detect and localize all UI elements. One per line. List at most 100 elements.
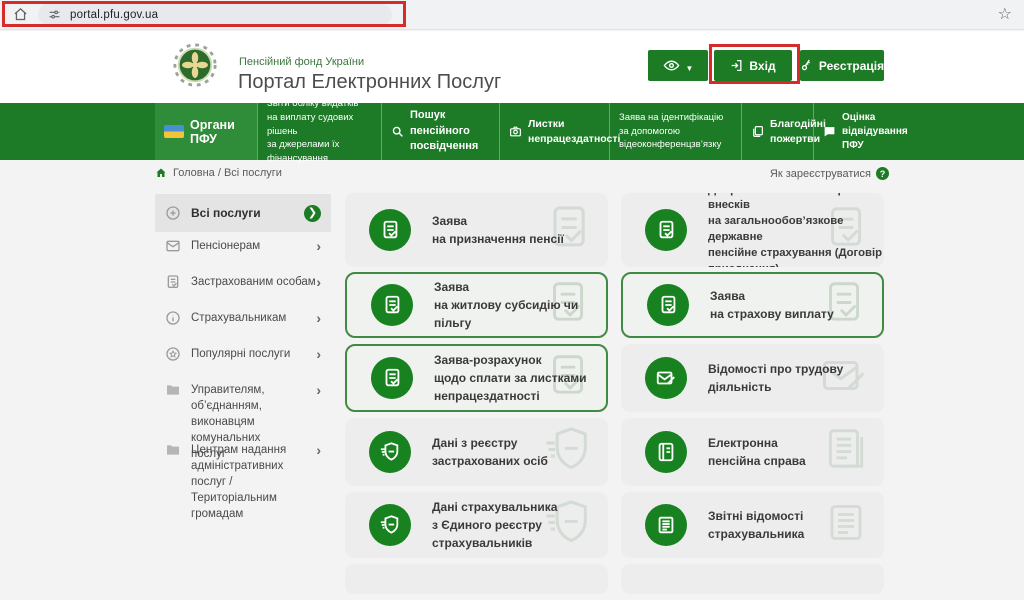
nav-item-zayava-identyfikatsiya[interactable]: Заява на ідентифікацію за допомогою віде…	[609, 103, 741, 160]
card-zayava-rozrakhunok[interactable]: Заява-розрахунок щодо сплати за листками…	[345, 344, 608, 412]
card-elektronna-pensiina-sprava[interactable]: Електронна пенсійна справа	[621, 418, 884, 486]
folder-icon	[165, 382, 181, 398]
sidebar-item-label: Центрам надання адміністративних послуг …	[191, 442, 316, 522]
doc-check-icon	[371, 284, 413, 326]
org-name: Пенсійний фонд України	[239, 56, 364, 68]
book-watermark-icon	[820, 425, 870, 480]
sidebar-item-tsentram-nadannya[interactable]: Центрам надання адміністративних послуг …	[155, 442, 331, 522]
card-title: Дані страхувальника з Єдиного реєстру ст…	[432, 498, 557, 552]
camera-icon	[509, 125, 522, 138]
doc-check-icon	[371, 357, 413, 399]
card-title: Добровільна сплата страхових внесків на …	[708, 193, 884, 267]
chat-icon	[823, 125, 836, 138]
sidebar-item-strakhuvalnykam[interactable]: Страхувальникам ›	[155, 310, 331, 326]
nav-label: Оцінка відвідування ПФУ	[842, 111, 908, 153]
card-title: Дані з реєстру застрахованих осіб	[432, 434, 548, 470]
sidebar-item-label: Всі послуги	[191, 206, 304, 220]
sidebar: Всі послуги ❯ Пенсіонерам › Застраховани…	[155, 194, 331, 504]
folder-icon	[165, 442, 181, 458]
nav-label: Органи ПФУ	[190, 118, 248, 146]
card-zayava-pryznachennya-pensii[interactable]: Заява на призначення пенсії	[345, 193, 608, 267]
url-text: portal.pfu.gov.ua	[70, 9, 158, 21]
nav-item-poshuk-posvidchennya[interactable]: Пошук пенсійного посвідчення	[381, 103, 499, 160]
sidebar-item-populyarni[interactable]: Популярні послуги ›	[155, 346, 331, 362]
shield-icon	[369, 431, 411, 473]
card-title: Заява на житлову субсидію чи пільгу	[434, 278, 606, 332]
nav-label: Листки непрацездатності	[528, 117, 620, 146]
services-icon	[165, 205, 181, 221]
card-strakhova-vyplata[interactable]: Заява на страхову виплату	[621, 272, 884, 338]
search-icon	[391, 125, 404, 138]
nav-label: Пошук пенсійного посвідчення	[410, 108, 490, 154]
card-partial[interactable]	[345, 564, 608, 594]
nav-item-otsinka-vidviduvannya[interactable]: Оцінка відвідування ПФУ	[813, 103, 885, 160]
home-icon[interactable]	[13, 7, 28, 27]
book-icon	[645, 431, 687, 473]
nav-item-zvity-obliku[interactable]: Звіти обліку видатків на виплату судових…	[257, 103, 381, 160]
nav-item-blahodiini-pozhertvy[interactable]: Благодійні пожертви	[741, 103, 813, 160]
register-button[interactable]: Реєстрація	[800, 50, 884, 81]
ukraine-flag-icon	[164, 125, 184, 138]
site-title: Портал Електронних Послуг	[238, 71, 501, 94]
card-dani-reyestru-osib[interactable]: Дані з реєстру застрахованих осіб	[345, 418, 608, 486]
shield-watermark-icon	[542, 424, 594, 481]
card-zvitni-vidomosti[interactable]: Звітні відомості страхувальника	[621, 492, 884, 558]
card-title: Заява на страхову виплату	[710, 287, 834, 323]
sidebar-item-pensioneram[interactable]: Пенсіонерам ›	[155, 238, 331, 254]
breadcrumb-path: Головна / Всі послуги	[173, 167, 282, 179]
doc-check-icon	[369, 209, 411, 251]
chevron-right-icon: ›	[316, 239, 321, 253]
services-grid: Заява на призначення пенсії Добровільна …	[345, 193, 885, 600]
accessibility-button[interactable]: ▼	[648, 50, 708, 81]
chevron-right-icon: ›	[316, 347, 321, 361]
eye-icon	[663, 57, 680, 74]
tune-icon[interactable]	[48, 8, 61, 21]
doc-check-icon	[165, 274, 181, 290]
pfu-logo-icon	[172, 42, 218, 88]
shield-icon	[369, 504, 411, 546]
card-zhytlova-subsydiya[interactable]: Заява на житлову субсидію чи пільгу	[345, 272, 608, 338]
login-icon	[730, 59, 743, 72]
nav-item-organy-pfu[interactable]: Органи ПФУ	[155, 103, 257, 160]
card-vidomosti-trudova[interactable]: Відомості про трудову діяльність	[621, 344, 884, 412]
envelope-icon	[165, 238, 181, 254]
register-label: Реєстрація	[819, 59, 884, 73]
address-bar[interactable]: portal.pfu.gov.ua	[38, 4, 392, 25]
nav-label: Звіти обліку видатків на виплату судових…	[267, 97, 372, 166]
how-to-register-link[interactable]: Як зареєструватися ?	[770, 167, 889, 180]
question-icon: ?	[876, 167, 889, 180]
star-circle-icon	[165, 346, 181, 362]
sidebar-item-label: Пенсіонерам	[191, 238, 316, 254]
card-title: Електронна пенсійна справа	[708, 434, 806, 470]
card-dobrovilna-splata[interactable]: Добровільна сплата страхових внесків на …	[621, 193, 884, 267]
sidebar-item-vsi-poslugy[interactable]: Всі послуги ❯	[155, 194, 331, 232]
breadcrumb[interactable]: Головна / Всі послуги	[155, 167, 282, 179]
pages-icon	[751, 125, 764, 138]
nav-label: Заява на ідентифікацію за допомогою віде…	[619, 111, 723, 152]
card-title: Заява на призначення пенсії	[432, 212, 564, 248]
browser-bar: portal.pfu.gov.ua ☆	[0, 0, 1024, 30]
card-title: Звітні відомості страхувальника	[708, 507, 804, 543]
chevron-right-icon: ›	[316, 443, 321, 457]
home-icon-small	[155, 167, 167, 179]
login-label: Вхід	[749, 59, 775, 73]
chevron-down-icon: ▼	[686, 64, 694, 73]
sidebar-item-label: Популярні послуги	[191, 346, 316, 362]
sidebar-item-label: Страхувальникам	[191, 310, 316, 326]
list-doc-icon	[645, 504, 687, 546]
help-label: Як зареєструватися	[770, 168, 871, 180]
main-nav: Органи ПФУ Звіти обліку видатків на випл…	[0, 103, 1024, 160]
nav-item-lystky-nepratsezdatnosti[interactable]: Листки непрацездатності	[499, 103, 609, 160]
card-title: Відомості про трудову діяльність	[708, 360, 884, 396]
chevron-circle-icon: ❯	[304, 205, 321, 222]
doc-check-icon	[645, 209, 687, 251]
sidebar-item-zastrakhovanym[interactable]: Застрахованим особам ›	[155, 274, 331, 290]
card-partial[interactable]	[621, 564, 884, 594]
key-icon	[798, 57, 815, 74]
chevron-right-icon: ›	[316, 311, 321, 325]
login-button[interactable]: Вхід	[714, 50, 792, 81]
info-icon	[165, 310, 181, 326]
bookmark-star-icon[interactable]: ☆	[998, 4, 1012, 24]
doc-check-icon	[647, 284, 689, 326]
card-dani-strakhuvalnyka[interactable]: Дані страхувальника з Єдиного реєстру ст…	[345, 492, 608, 558]
